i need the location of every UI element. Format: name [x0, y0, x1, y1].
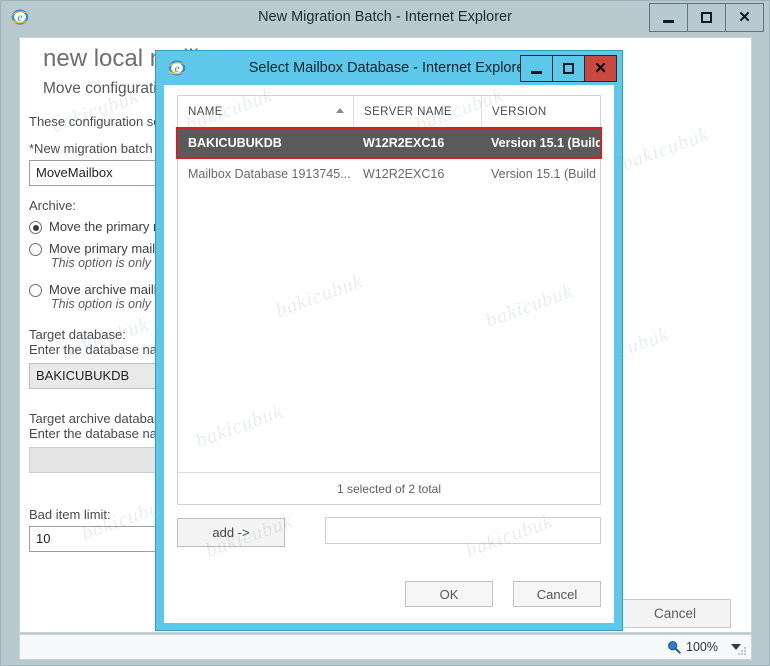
radio-icon-selected: [29, 221, 42, 234]
dialog-body: NAME SERVER NAME VERSION BAKICUBUKDB W12…: [164, 84, 614, 623]
column-header-version[interactable]: VERSION: [481, 96, 600, 128]
table-row[interactable]: Mailbox Database 1913745... W12R2EXC16 V…: [178, 160, 600, 187]
outer-titlebar: e New Migration Batch - Internet Explore…: [1, 1, 769, 33]
close-icon: ✕: [594, 60, 607, 77]
close-button[interactable]: ✕: [725, 3, 764, 32]
column-header-label: SERVER NAME: [364, 106, 452, 118]
magnifier-icon: [668, 641, 681, 654]
table-body: BAKICUBUKDB W12R2EXC16 Version 15.1 (Bui…: [176, 127, 602, 187]
add-button[interactable]: add ->: [177, 517, 285, 547]
radio-icon: [29, 243, 42, 256]
minimize-icon: [531, 70, 542, 74]
outer-window-controls: ✕: [649, 3, 764, 32]
dialog-window-controls: ✕: [520, 55, 617, 82]
maximize-icon: [701, 12, 712, 23]
selection-field[interactable]: [325, 517, 601, 544]
add-selection-row: add ->: [177, 517, 601, 547]
dialog-minimize-button[interactable]: [520, 55, 553, 82]
cell-name: BAKICUBUKDB: [188, 136, 282, 150]
ok-button[interactable]: OK: [405, 581, 493, 607]
maximize-icon: [563, 63, 574, 74]
table-selection-summary: 1 selected of 2 total: [178, 472, 600, 504]
resize-grip-icon[interactable]: [736, 645, 748, 657]
radio-option-label: Move the primary ma: [49, 219, 172, 234]
cell-version: Version 15.1 (Build...: [491, 136, 600, 150]
dialog-close-button[interactable]: ✕: [584, 55, 617, 82]
dialog-actions: OK Cancel: [405, 581, 601, 607]
column-header-label: NAME: [188, 106, 223, 118]
column-header-label: VERSION: [492, 106, 547, 118]
cell-name: Mailbox Database 1913745...: [188, 166, 351, 181]
status-bar: 100%: [19, 634, 752, 660]
minimize-icon: [663, 19, 674, 23]
zoom-control[interactable]: 100%: [667, 640, 741, 654]
form-cancel-button[interactable]: Cancel: [619, 599, 731, 628]
radio-option-label: Move primary mailbo: [49, 241, 170, 256]
cell-server-name: W12R2EXC16: [363, 166, 445, 181]
table-row[interactable]: BAKICUBUKDB W12R2EXC16 Version 15.1 (Bui…: [176, 127, 602, 159]
select-mailbox-database-dialog: e Select Mailbox Database - Internet Exp…: [155, 50, 623, 631]
zoom-level-label: 100%: [686, 640, 718, 654]
sort-ascending-icon: [336, 108, 344, 113]
close-icon: ✕: [738, 9, 751, 26]
cancel-button[interactable]: Cancel: [513, 581, 601, 607]
database-table: NAME SERVER NAME VERSION BAKICUBUKDB W12…: [176, 95, 602, 505]
maximize-button[interactable]: [687, 3, 726, 32]
radio-icon: [29, 284, 42, 297]
screen: e New Migration Batch - Internet Explore…: [0, 0, 770, 666]
column-header-server-name[interactable]: SERVER NAME: [353, 96, 481, 128]
dialog-maximize-button[interactable]: [552, 55, 585, 82]
table-header-row: NAME SERVER NAME VERSION: [178, 96, 600, 129]
cell-version: Version 15.1 (Build ...: [491, 166, 600, 181]
column-header-name[interactable]: NAME: [178, 96, 353, 128]
dialog-titlebar: e Select Mailbox Database - Internet Exp…: [156, 51, 622, 85]
minimize-button[interactable]: [649, 3, 688, 32]
cell-server-name: W12R2EXC16: [363, 136, 445, 150]
